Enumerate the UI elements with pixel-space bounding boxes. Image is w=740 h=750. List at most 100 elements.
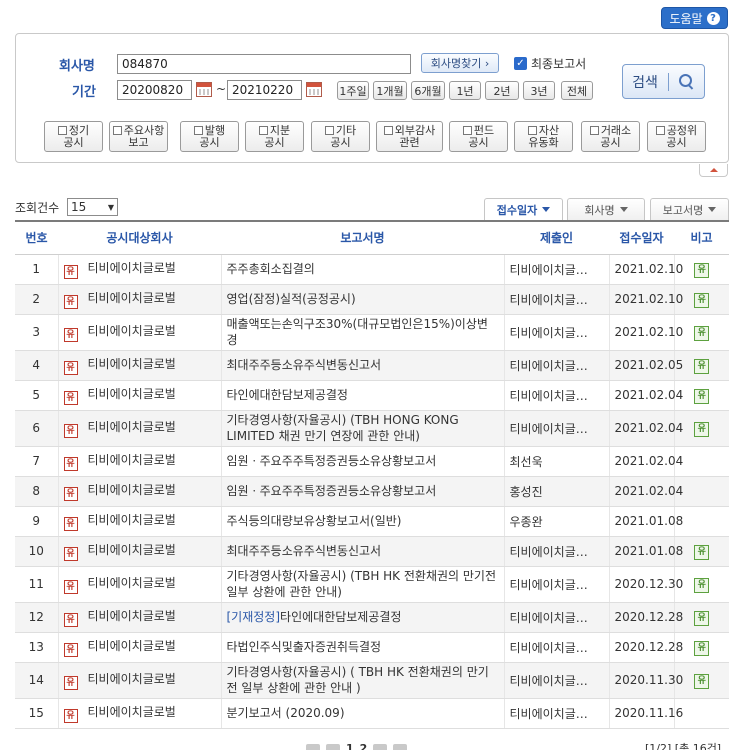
table-row[interactable]: 4 유 티비에이치글로벌 최대주주등소유주식변동신고서 티비에이치글… 2021.02.0… <box>15 350 729 381</box>
sort-button-company[interactable]: 회사명 <box>567 198 645 220</box>
type-button-asset[interactable]: 자산 유동화 <box>514 121 573 152</box>
period-button-1week[interactable]: 1주일 <box>337 81 369 100</box>
final-report-checkbox[interactable]: ✓ 최종보고서 <box>514 55 586 72</box>
report-cell[interactable]: 최대주주등소유주식변동신고서 <box>220 536 504 567</box>
header-company[interactable]: 공시대상회사 <box>58 220 221 255</box>
company-cell[interactable]: 유 티비에이치글로벌 <box>57 410 221 447</box>
header-no[interactable]: 번호 <box>15 220 58 255</box>
report-cell[interactable]: 주식등의대량보유상황보고서(일반) <box>220 506 504 537</box>
report-link[interactable]: 타인에대한담보제공결정 <box>280 610 401 624</box>
table-row[interactable]: 8 유 티비에이치글로벌 임원ㆍ주요주주특정증권등소유상황보고서 홍성진 2021.02.… <box>15 476 729 507</box>
report-cell[interactable]: 영업(잠정)실적(공정공시) <box>220 284 504 315</box>
report-cell[interactable]: 기타경영사항(자율공시) ( TBH HK 전환채권의 만기전 일부 상환에 관… <box>220 662 504 699</box>
table-row[interactable]: 5 유 티비에이치글로벌 타인에대한담보제공결정 티비에이치글… 2021.02.04 유 <box>15 380 729 411</box>
report-link[interactable]: 기타경영사항(자율공시) (TBH HONG KONG LIMITED 채권 만… <box>227 413 459 443</box>
table-row[interactable]: 6 유 티비에이치글로벌 기타경영사항(자율공시) (TBH HONG KONG LI… <box>15 410 729 447</box>
report-cell[interactable]: 주주총회소집결의 <box>220 254 504 285</box>
table-row[interactable]: 13 유 티비에이치글로벌 타법인주식및출자증권취득결정 티비에이치글… 2020.12.… <box>15 632 729 663</box>
sort-button-report[interactable]: 보고서명 <box>650 198 729 220</box>
company-cell[interactable]: 유 티비에이치글로벌 <box>57 506 221 537</box>
company-link[interactable]: 티비에이치글로벌 <box>88 291 176 305</box>
page-link[interactable]: 2 <box>360 742 368 750</box>
company-link[interactable]: 티비에이치글로벌 <box>88 576 176 590</box>
report-link[interactable]: 주식등의대량보유상황보고서(일반) <box>227 514 402 528</box>
report-cell[interactable]: 타인에대한담보제공결정 <box>220 380 504 411</box>
report-cell[interactable]: 최대주주등소유주식변동신고서 <box>220 350 504 381</box>
type-button-exchange[interactable]: 거래소 공시 <box>581 121 640 152</box>
first-page-icon[interactable] <box>306 743 320 750</box>
company-link[interactable]: 티비에이치글로벌 <box>88 324 176 338</box>
report-cell[interactable]: [기재정정]타인에대한담보제공결정 <box>220 602 504 633</box>
calendar-icon[interactable] <box>196 82 212 97</box>
find-company-button[interactable]: 회사명찾기 › <box>421 53 499 73</box>
company-link[interactable]: 티비에이치글로벌 <box>88 420 176 434</box>
report-link[interactable]: 주주총회소집결의 <box>227 262 315 276</box>
report-link[interactable]: 기타경영사항(자율공시) (TBH HK 전환채권의 만기전 일부 상환에 관한… <box>227 569 497 599</box>
table-row[interactable]: 7 유 티비에이치글로벌 임원ㆍ주요주주특정증권등소유상황보고서 최선욱 2021.02.… <box>15 446 729 477</box>
search-button[interactable]: 검색 <box>622 64 705 99</box>
table-row[interactable]: 10 유 티비에이치글로벌 최대주주등소유주식변동신고서 티비에이치글… 2021.01.… <box>15 536 729 567</box>
report-link[interactable]: 타법인주식및출자증권취득결정 <box>227 640 382 654</box>
report-cell[interactable]: 기타경영사항(자율공시) (TBH HONG KONG LIMITED 채권 만… <box>220 410 504 447</box>
company-cell[interactable]: 유 티비에이치글로벌 <box>57 566 221 603</box>
type-button-fund[interactable]: 펀드 공시 <box>449 121 508 152</box>
type-button-issuance[interactable]: 발행 공시 <box>180 121 239 152</box>
company-cell[interactable]: 유 티비에이치글로벌 <box>57 698 221 729</box>
type-button-audit[interactable]: 외부감사 관련 <box>376 121 443 152</box>
table-row[interactable]: 3 유 티비에이치글로벌 매출액또는손익구조30%(대규모법인은15%)이상변경 티비에… <box>15 314 729 351</box>
report-link[interactable]: 매출액또는손익구조30%(대규모법인은15%)이상변경 <box>227 317 488 347</box>
report-link[interactable]: 임원ㆍ주요주주특정증권등소유상황보고서 <box>227 484 437 498</box>
company-link[interactable]: 티비에이치글로벌 <box>88 705 176 719</box>
company-cell[interactable]: 유 티비에이치글로벌 <box>57 380 221 411</box>
start-date-input[interactable] <box>117 80 192 100</box>
table-row[interactable]: 2 유 티비에이치글로벌 영업(잠정)실적(공정공시) 티비에이치글… 2021.02.1… <box>15 284 729 315</box>
period-button-2year[interactable]: 2년 <box>485 81 519 100</box>
last-page-icon[interactable] <box>393 743 408 750</box>
period-button-6month[interactable]: 6개월 <box>411 81 445 100</box>
company-cell[interactable]: 유 티비에이치글로벌 <box>57 350 221 381</box>
prev-page-icon[interactable] <box>326 743 340 750</box>
report-cell[interactable]: 기타경영사항(자율공시) (TBH HK 전환채권의 만기전 일부 상환에 관한… <box>220 566 504 603</box>
company-link[interactable]: 티비에이치글로벌 <box>88 261 176 275</box>
period-button-1month[interactable]: 1개월 <box>373 81 407 100</box>
company-cell[interactable]: 유 티비에이치글로벌 <box>57 476 221 507</box>
end-date-input[interactable] <box>227 80 302 100</box>
header-date[interactable]: 접수일자 <box>609 220 674 255</box>
period-button-3year[interactable]: 3년 <box>523 81 555 100</box>
type-button-regular[interactable]: 정기 공시 <box>44 121 103 152</box>
company-input[interactable] <box>117 54 411 74</box>
company-link[interactable]: 티비에이치글로벌 <box>88 513 176 527</box>
report-cell[interactable]: 분기보고서 (2020.09) <box>220 698 504 729</box>
next-page-icon[interactable] <box>373 743 388 750</box>
company-cell[interactable]: 유 티비에이치글로벌 <box>57 254 221 285</box>
company-cell[interactable]: 유 티비에이치글로벌 <box>57 314 221 351</box>
report-cell[interactable]: 타법인주식및출자증권취득결정 <box>220 632 504 663</box>
header-remark[interactable]: 비고 <box>674 220 729 255</box>
table-row[interactable]: 1 유 티비에이치글로벌 주주총회소집결의 티비에이치글… 2021.02.10 유 <box>15 254 729 285</box>
type-button-ftc[interactable]: 공정위 공시 <box>647 121 706 152</box>
report-cell[interactable]: 매출액또는손익구조30%(대규모법인은15%)이상변경 <box>220 314 504 351</box>
type-button-other[interactable]: 기타 공시 <box>311 121 370 152</box>
table-row[interactable]: 14 유 티비에이치글로벌 기타경영사항(자율공시) ( TBH HK 전환채권의 만… <box>15 662 729 699</box>
period-button-all[interactable]: 전체 <box>561 81 593 100</box>
header-submitter[interactable]: 제출인 <box>504 220 609 255</box>
report-link[interactable]: 타인에대한담보제공결정 <box>227 388 348 402</box>
report-link[interactable]: 기타경영사항(자율공시) ( TBH HK 전환채권의 만기전 일부 상환에 관… <box>227 665 489 695</box>
header-report[interactable]: 보고서명 <box>221 220 504 255</box>
report-link[interactable]: 영업(잠정)실적(공정공시) <box>227 292 356 306</box>
company-link[interactable]: 티비에이치글로벌 <box>88 672 176 686</box>
collapse-button[interactable] <box>699 164 728 177</box>
company-link[interactable]: 티비에이치글로벌 <box>88 357 176 371</box>
report-cell[interactable]: 임원ㆍ주요주주특정증권등소유상황보고서 <box>220 476 504 507</box>
sort-button-date[interactable]: 접수일자 <box>484 198 563 220</box>
table-row[interactable]: 9 유 티비에이치글로벌 주식등의대량보유상황보고서(일반) 우종완 2021.01.08 <box>15 506 729 537</box>
page-link[interactable]: 1 <box>346 742 354 750</box>
help-button[interactable]: 도움말 ? <box>661 7 728 29</box>
company-cell[interactable]: 유 티비에이치글로벌 <box>57 536 221 567</box>
calendar-icon[interactable] <box>306 82 322 97</box>
company-cell[interactable]: 유 티비에이치글로벌 <box>57 632 221 663</box>
table-row[interactable]: 15 유 티비에이치글로벌 분기보고서 (2020.09) 티비에이치글… 2020.11… <box>15 698 729 729</box>
company-link[interactable]: 티비에이치글로벌 <box>88 483 176 497</box>
type-button-equity[interactable]: 지분 공시 <box>245 121 304 152</box>
company-link[interactable]: 티비에이치글로벌 <box>88 639 176 653</box>
